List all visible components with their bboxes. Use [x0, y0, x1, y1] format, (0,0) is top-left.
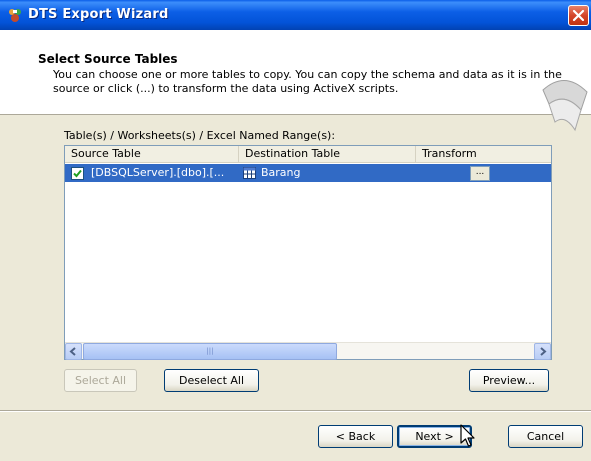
listview-header: Source Table Destination Table Transform	[65, 146, 551, 163]
wizard-header-icon	[542, 80, 588, 132]
back-button[interactable]: < Back	[318, 425, 393, 448]
scrollbar-thumb[interactable]: |||	[83, 343, 337, 360]
table-icon	[243, 167, 256, 179]
mouse-cursor-icon	[460, 424, 475, 447]
footer-divider	[0, 410, 591, 412]
column-header-destination[interactable]: Destination Table	[239, 146, 416, 163]
tables-label: Table(s) / Worksheets(s) / Excel Named R…	[64, 129, 336, 142]
page-description: You can choose one or more tables to cop…	[53, 68, 591, 96]
description-line-1: You can choose one or more tables to cop…	[53, 68, 562, 81]
scroll-right-icon	[540, 347, 547, 356]
column-header-source[interactable]: Source Table	[65, 146, 239, 163]
description-line-2: source or click (...) to transform the d…	[53, 82, 399, 95]
title-bar: DTS Export Wizard	[0, 0, 591, 30]
scroll-left-button[interactable]	[65, 343, 82, 360]
transform-button[interactable]: ...	[470, 166, 490, 181]
source-table-cell: [DBSQLServer].[dbo].[...	[91, 166, 225, 179]
select-all-button[interactable]: Select All	[64, 369, 137, 392]
table-row[interactable]: [DBSQLServer].[dbo].[... Barang ...	[65, 164, 551, 182]
preview-button[interactable]: Preview...	[469, 369, 549, 392]
scroll-right-button[interactable]	[534, 343, 551, 360]
scroll-left-icon	[69, 347, 76, 356]
wizard-header: Select Source Tables You can choose one …	[0, 30, 591, 132]
column-header-transform[interactable]: Transform	[416, 146, 551, 163]
window-title: DTS Export Wizard	[28, 7, 169, 22]
close-button[interactable]	[568, 5, 589, 26]
close-icon	[572, 9, 585, 22]
checkmark-icon	[73, 169, 82, 178]
row-checkbox[interactable]	[71, 167, 84, 180]
horizontal-scrollbar[interactable]: |||	[65, 342, 551, 360]
tables-listview[interactable]: Source Table Destination Table Transform…	[64, 145, 552, 360]
page-title: Select Source Tables	[38, 52, 178, 66]
destination-table-cell: Barang	[261, 166, 301, 179]
app-icon	[9, 9, 21, 22]
cancel-button[interactable]: Cancel	[508, 425, 583, 448]
deselect-all-button[interactable]: Deselect All	[164, 369, 259, 392]
